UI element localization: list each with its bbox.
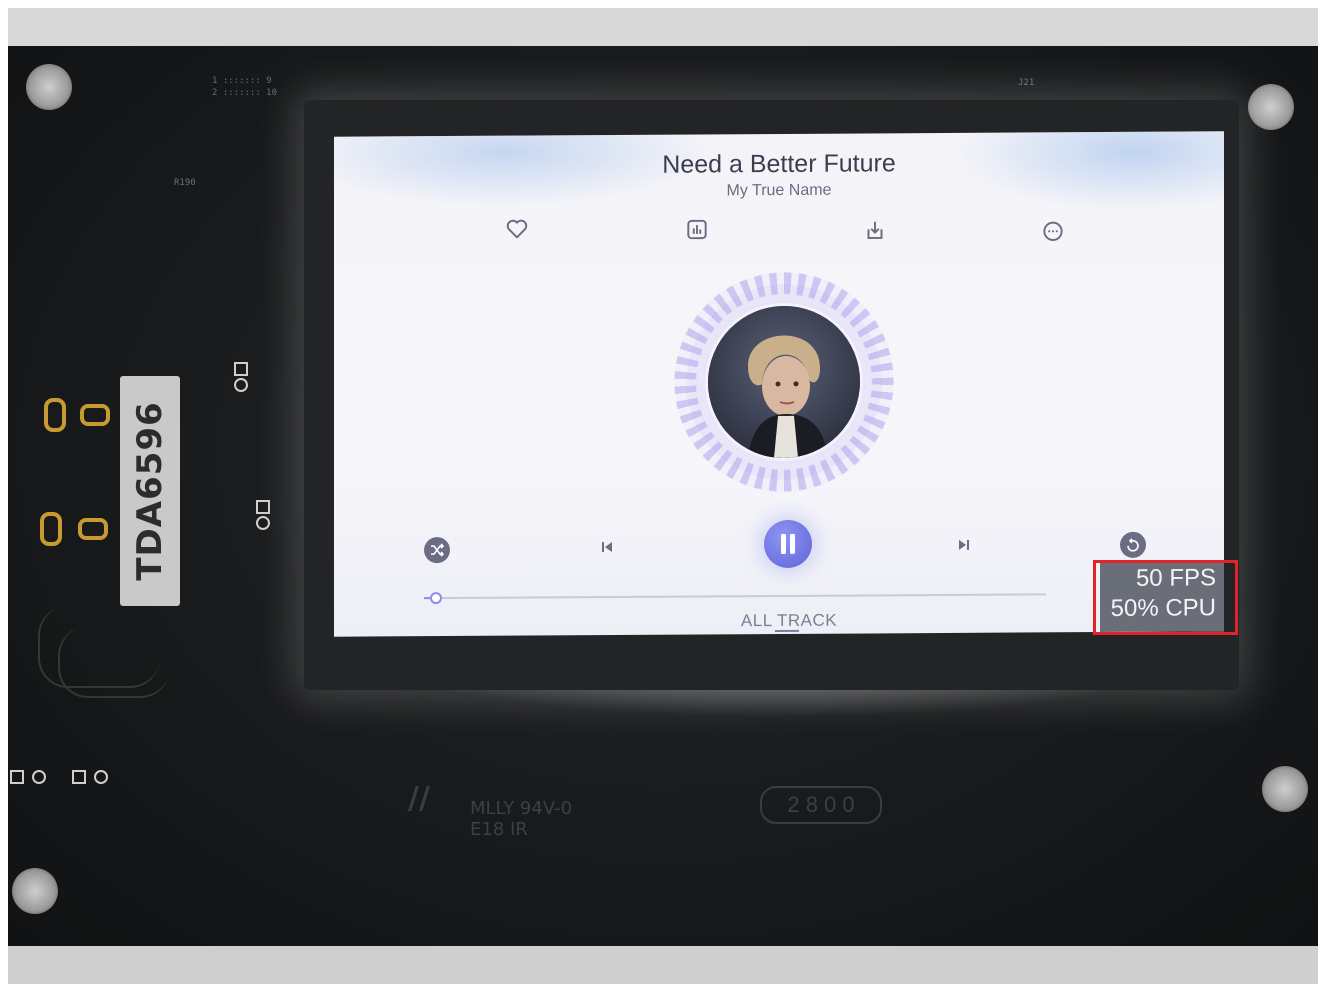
pause-button[interactable] (764, 519, 812, 569)
photo-frame: 1 ::::::: 9 2 ::::::: 10 R190 J21 TDA659… (8, 8, 1318, 984)
mount-hole (1248, 84, 1294, 130)
music-player-screen: Need a Better Future My True Name ALL TR… (334, 131, 1224, 637)
test-point (10, 770, 24, 784)
chip-label-text: TDA6596 (130, 401, 170, 581)
pcb-trace (58, 626, 170, 698)
progress-bar[interactable] (424, 592, 1046, 605)
silkscreen-mark: R190 (174, 178, 196, 188)
mount-hole (1262, 766, 1308, 812)
shuffle-button[interactable] (424, 537, 450, 564)
highlight-box (1093, 560, 1238, 635)
chip-label: TDA6596 (120, 376, 180, 606)
mount-hole (12, 868, 58, 914)
silkscreen-mark: 2 ::::::: 10 (212, 88, 278, 98)
solder-pad (80, 404, 110, 426)
table-surface (8, 946, 1318, 984)
ul-marking: MLLY 94V-0 E18 IR (470, 798, 573, 840)
test-point (94, 770, 108, 784)
test-point (72, 770, 86, 784)
silkscreen-mark: J21 (1018, 78, 1035, 88)
date-code-box: 2 8 0 0 (760, 786, 882, 824)
solder-pad (44, 398, 66, 432)
test-point (256, 516, 270, 530)
solder-pad (78, 518, 108, 540)
all-track-link[interactable]: ALL TRACK (729, 611, 849, 632)
heart-icon[interactable] (504, 216, 530, 242)
skip-previous-button[interactable] (597, 537, 617, 557)
solder-pad (40, 512, 62, 546)
progress-knob[interactable] (430, 592, 443, 605)
manufacturer-logo: // (408, 781, 430, 816)
song-title: Need a Better Future (662, 149, 896, 179)
download-icon[interactable] (862, 217, 888, 243)
test-point (32, 770, 46, 784)
album-cover (708, 305, 860, 459)
test-point (234, 362, 248, 376)
equalizer-icon[interactable] (684, 216, 710, 242)
test-point (234, 378, 248, 392)
chat-icon[interactable] (1040, 218, 1066, 244)
all-track-indicator (775, 629, 799, 633)
silkscreen-mark: 1 ::::::: 9 (212, 76, 272, 86)
test-point (256, 500, 270, 514)
mount-hole (26, 64, 72, 110)
skip-next-button[interactable] (954, 535, 974, 555)
repeat-button[interactable] (1120, 531, 1146, 558)
